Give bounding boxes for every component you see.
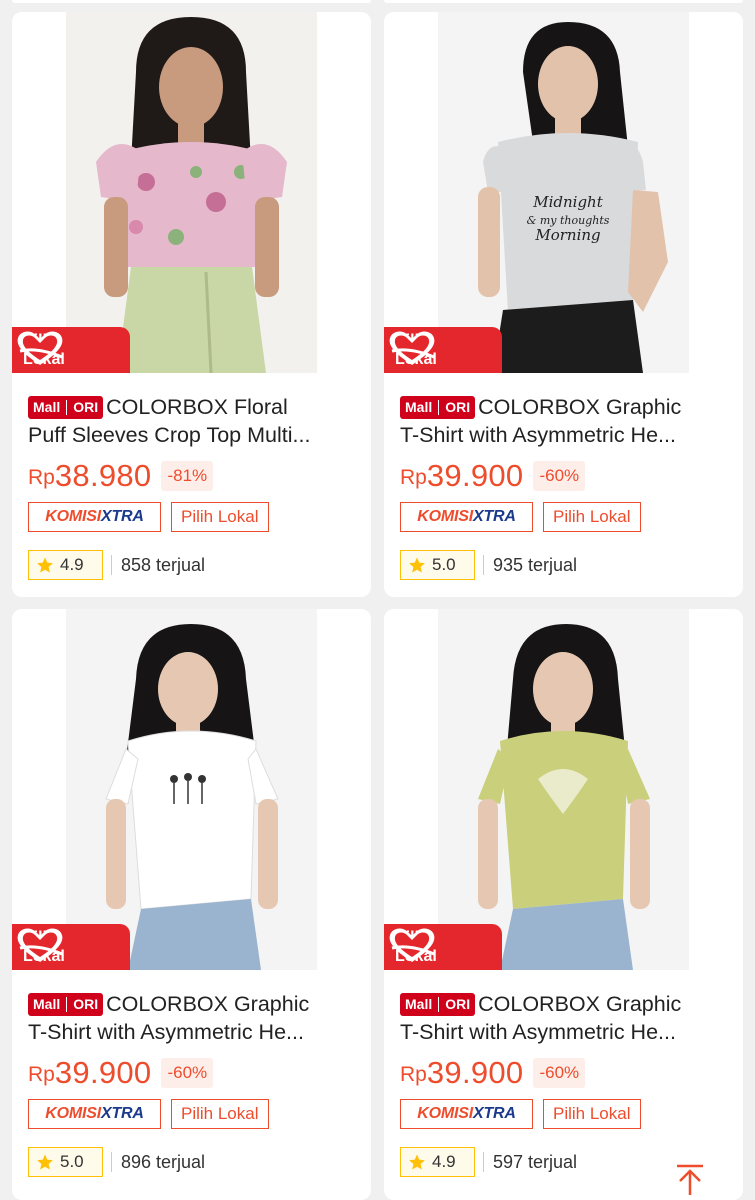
product-card[interactable]: Pilih Lokal MallORICOLORBOX Graphic T-Sh… [384,609,743,1200]
promo-badges: KOMISI XTRA Pilih Lokal [400,1099,641,1129]
pilih-lokal-badge: Pilih Lokal [12,327,130,373]
promo-badges: KOMISI XTRA Pilih Lokal [400,502,641,532]
model-illustration [66,12,317,373]
currency: Rp [400,466,427,489]
star-icon [37,557,53,573]
pilih-lokal-tag: Pilih Lokal [171,502,269,532]
product-title[interactable]: Mall ORI COLORBOX Graphic T-Shirt with Asy… [400,990,735,1046]
price: 39.900 [54,1055,152,1090]
sold-count: 858 terjual [121,554,206,575]
model-illustration [66,609,317,970]
rating-row: 5.0 896 terjual [28,1147,205,1177]
rating-row: 4.9 597 terjual [400,1147,577,1177]
mall-ori-tag: Mall ORI [400,396,476,419]
heart-icon [17,928,63,962]
model-illustration [438,609,689,970]
svg-text:Morning: Morning [534,226,600,244]
product-card[interactable]: Pilih Lokal MallORICOLORBOX Graphic T-Sh… [12,609,371,1200]
rating-badge: 5.0 [400,550,475,580]
product-photo-backdrop [66,609,317,970]
divider [111,555,112,575]
sold-count: 597 terjual [493,1151,578,1172]
price: 39.900 [426,1055,524,1090]
discount-badge: -81% [161,461,214,491]
komisi-xtra-badge: KOMISI XTRA [28,502,161,532]
currency: Rp [28,1063,55,1086]
rating-row: 4.9 858 terjual [28,550,205,580]
previous-card-edge-right [384,0,743,3]
discount-badge: -60% [533,1058,586,1088]
product-photo-backdrop [66,12,317,373]
star-icon [37,1154,53,1170]
star-icon [409,557,425,573]
heart-icon [17,331,63,365]
discount-badge: -60% [533,461,586,491]
product-card[interactable]: Midnight & my thoughts Morning Pilih Lok… [384,12,743,597]
heart-icon [389,331,435,365]
product-image[interactable]: Pilih Lokal [384,609,743,970]
heart-icon [389,928,435,962]
price-row: Rp 39.900 -60% [400,1055,586,1091]
divider [483,1152,484,1172]
product-photo-backdrop [438,609,689,970]
pilih-lokal-badge: Pilih Lokal [384,924,502,970]
pilih-lokal-badge: Pilih Lokal [384,327,502,373]
komisi-xtra-badge: KOMISI XTRA [28,1099,161,1129]
product-title[interactable]: Mall ORI COLORBOX Graphic T-Shirt with Asy… [400,393,735,449]
mall-ori-tag: Mall ORI [28,993,104,1016]
rating-row: 5.0 935 terjual [400,550,577,580]
product-image[interactable]: Pilih Lokal [12,12,371,373]
divider [111,1152,112,1172]
pilih-lokal-tag: Pilih Lokal [171,1099,269,1129]
promo-badges: KOMISI XTRA Pilih Lokal [28,502,269,532]
pilih-lokal-tag: Pilih Lokal [543,502,641,532]
product-grid: Pilih Lokal MallORICOLORBOX Floral Puff … [12,12,743,1200]
rating-badge: 4.9 [28,550,103,580]
mall-ori-tag: Mall ORI [28,396,104,419]
discount-badge: -60% [161,1058,214,1088]
product-card[interactable]: Pilih Lokal MallORICOLORBOX Floral Puff … [12,12,371,597]
sold-count: 935 terjual [493,554,578,575]
product-photo-backdrop: Midnight & my thoughts Morning [438,12,689,373]
product-image[interactable]: Midnight & my thoughts Morning Pilih Lok… [384,12,743,373]
arrow-up-to-line-icon[interactable] [674,1163,706,1195]
product-image[interactable]: Pilih Lokal [12,609,371,970]
divider [483,555,484,575]
pilih-lokal-tag: Pilih Lokal [543,1099,641,1129]
mall-ori-tag: Mall ORI [400,993,476,1016]
price-row: Rp 39.900 -60% [400,458,586,494]
currency: Rp [28,466,55,489]
komisi-xtra-badge: KOMISI XTRA [400,1099,533,1129]
rating-badge: 4.9 [400,1147,475,1177]
previous-card-edge-left [12,0,371,3]
pilih-lokal-badge: Pilih Lokal [12,924,130,970]
price: 38.980 [54,458,152,493]
svg-text:Midnight: Midnight [532,193,603,211]
star-icon [409,1154,425,1170]
price: 39.900 [426,458,524,493]
promo-badges: KOMISI XTRA Pilih Lokal [28,1099,269,1129]
price-row: Rp 38.980 -81% [28,458,214,494]
rating-badge: 5.0 [28,1147,103,1177]
price-row: Rp 39.900 -60% [28,1055,214,1091]
currency: Rp [400,1063,427,1086]
product-title[interactable]: Mall ORI COLORBOX Graphic T-Shirt with Asy… [28,990,363,1046]
model-illustration: Midnight & my thoughts Morning [438,12,689,373]
komisi-xtra-badge: KOMISI XTRA [400,502,533,532]
product-title[interactable]: Mall ORI COLORBOX Floral Puff Sleeves Crop… [28,393,363,449]
sold-count: 896 terjual [121,1151,206,1172]
